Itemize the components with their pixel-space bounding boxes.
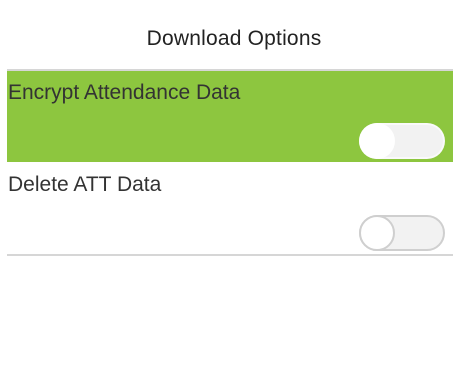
delete-att-data-toggle[interactable] xyxy=(359,215,445,251)
list-bottom-divider xyxy=(7,254,453,256)
page-title: Download Options xyxy=(7,8,453,69)
encrypt-attendance-data-toggle[interactable] xyxy=(359,123,445,159)
page-title-text: Download Options xyxy=(146,26,322,50)
option-label: Delete ATT Data xyxy=(8,173,162,196)
option-label: Encrypt Attendance Data xyxy=(8,81,241,104)
toggle-knob xyxy=(359,215,395,251)
option-delete-att-data[interactable]: Delete ATT Data xyxy=(7,163,453,254)
download-options-screen: Download Options Encrypt Attendance Data… xyxy=(7,8,453,367)
toggle-knob xyxy=(359,123,395,159)
option-encrypt-attendance-data[interactable]: Encrypt Attendance Data xyxy=(7,71,453,162)
